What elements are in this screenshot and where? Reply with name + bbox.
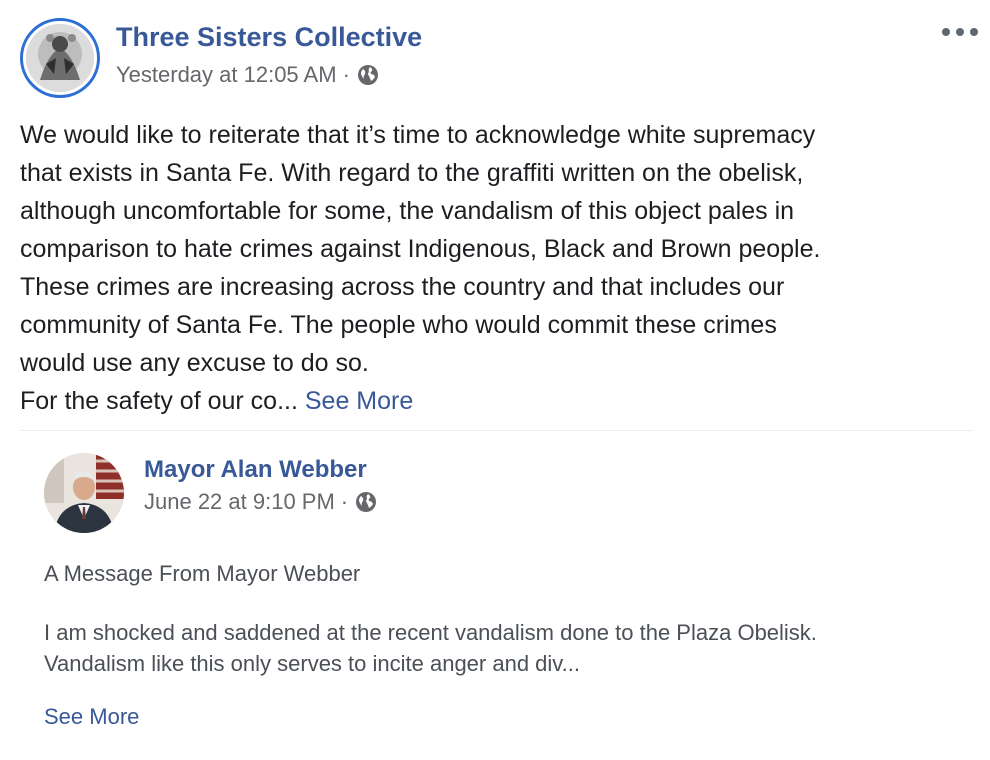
shared-post-body-line: I am shocked and saddened at the recent … [44,620,817,645]
post-body-line: These crimes are increasing across the c… [20,273,785,301]
post-body-last-line: For the safety of our co... See More [20,382,970,420]
post-body-truncated: For the safety of our co... [20,387,298,415]
shared-post-timestamp[interactable]: June 22 at 9:10 PM [144,489,335,515]
shared-post-title: A Message From Mayor Webber [44,561,361,586]
globe-icon[interactable] [354,490,378,514]
page-avatar[interactable] [20,18,100,98]
meta-separator: · [342,62,350,87]
shared-post-body-line: Vandalism like this only serves to incit… [44,651,581,676]
post-body-line: comparison to hate crimes against Indige… [20,235,821,263]
post-body-line: that exists in Santa Fe. With regard to … [20,159,804,187]
facebook-post: Three Sisters Collective Yesterday at 12… [0,0,990,760]
shared-post-body: I am shocked and saddened at the recent … [44,617,964,679]
post-author-name[interactable]: Three Sisters Collective [116,22,422,53]
shared-see-more-link[interactable]: See More [44,704,139,730]
page-avatar-image [26,24,94,92]
shared-post[interactable]: Mayor Alan Webber June 22 at 9:10 PM · A… [20,431,972,751]
post-body-line: although uncomfortable for some, the van… [20,197,795,225]
post-timestamp[interactable]: Yesterday at 12:05 AM [116,62,337,88]
shared-post-meta: June 22 at 9:10 PM · [144,489,378,515]
globe-icon[interactable] [356,63,380,87]
shared-author-avatar[interactable] [44,453,124,533]
meta-separator: · [340,489,349,514]
see-more-link[interactable]: See More [305,387,413,415]
post-body-line: community of Santa Fe. The people who wo… [20,311,777,339]
post-body-line: would use any excuse to do so. [20,349,369,377]
post-body: We would like to reiterate that it’s tim… [20,116,970,420]
shared-author-name[interactable]: Mayor Alan Webber [144,456,367,484]
post-body-line: We would like to reiterate that it’s tim… [20,121,816,149]
more-options-icon[interactable] [942,22,978,42]
mayor-photo [44,453,124,533]
post-meta: Yesterday at 12:05 AM · [116,62,380,88]
